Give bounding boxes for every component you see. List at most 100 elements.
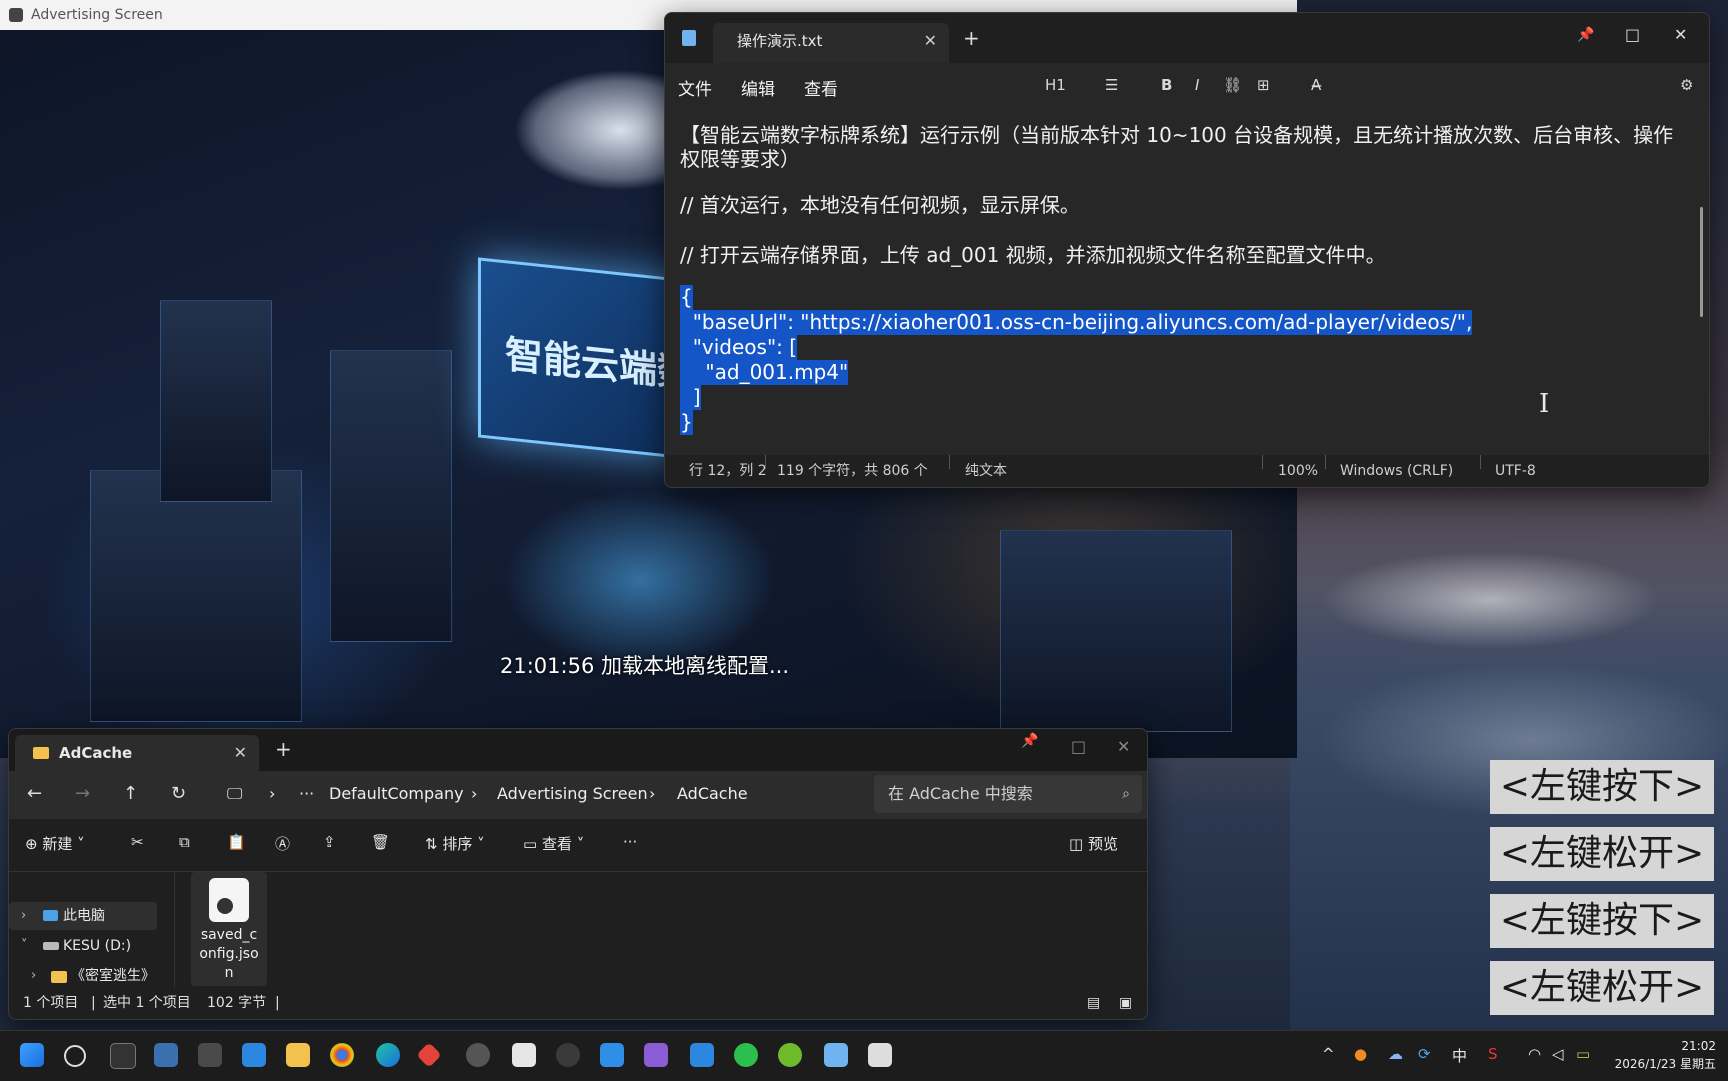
more-options-icon[interactable]: ··· — [623, 833, 637, 851]
new-tab-button[interactable]: + — [275, 737, 292, 761]
close-tab-icon[interactable]: ✕ — [924, 23, 937, 59]
chrome-icon[interactable] — [330, 1043, 354, 1067]
notepad-text-area[interactable]: 【智能云端数字标牌系统】运行示例（当前版本针对 10~100 台设备规模，且无统… — [665, 107, 1709, 455]
battery-icon[interactable]: ▭ — [1576, 1045, 1590, 1063]
cloud-icon[interactable]: ☁ — [1388, 1045, 1403, 1063]
rename-icon[interactable]: Ⓐ — [275, 833, 290, 854]
vertical-scrollbar[interactable] — [1700, 207, 1703, 317]
visual-studio-icon[interactable] — [644, 1043, 668, 1067]
chevron-right-icon[interactable]: › — [31, 962, 36, 990]
ad-window-title: Advertising Screen — [31, 7, 163, 23]
system-clock[interactable]: 21:02 2026/1/23 星期五 — [1615, 1037, 1716, 1073]
wifi-icon[interactable]: ◠ — [1528, 1045, 1541, 1063]
cut-icon[interactable]: ✂ — [131, 833, 144, 851]
chevron-down-icon[interactable]: ˅ — [21, 932, 28, 960]
tray-app-icon[interactable]: S — [1488, 1045, 1498, 1063]
paste-icon[interactable]: 📋 — [227, 833, 246, 851]
close-window-icon[interactable]: ✕ — [1674, 25, 1687, 44]
search-icon[interactable]: ⌕ — [1122, 775, 1130, 813]
maximize-icon[interactable]: □ — [1625, 25, 1640, 44]
selected-text-line: } — [680, 410, 693, 435]
bold-button[interactable]: B — [1161, 76, 1172, 94]
link-icon[interactable]: ⛓ — [1223, 76, 1242, 94]
chevron-right-icon[interactable]: › — [21, 902, 26, 930]
address-bar-row: ← → ↑ ↻ 🖵 › ··· DefaultCompany › Adverti… — [9, 771, 1147, 819]
breadcrumb-item[interactable]: Advertising Screen — [497, 775, 648, 813]
notepad-window[interactable]: 操作演示.txt ✕ + 📌 □ ✕ 文件 编辑 查看 H1 ☰ B I ⛓ ⊞… — [664, 12, 1710, 488]
app-icon[interactable] — [466, 1043, 490, 1067]
menu-view[interactable]: 查看 — [804, 75, 838, 100]
heading-dropdown[interactable]: H1 — [1045, 76, 1066, 94]
list-icon[interactable]: ☰ — [1105, 76, 1118, 94]
app-icon[interactable] — [556, 1043, 580, 1067]
ime-indicator[interactable]: 中 — [1452, 1045, 1467, 1066]
clear-format-icon[interactable]: A̶ — [1311, 76, 1321, 94]
delete-icon[interactable]: 🗑 — [371, 833, 390, 851]
close-window-icon[interactable]: ✕ — [1117, 737, 1130, 756]
sync-icon[interactable]: ⟳ — [1418, 1045, 1431, 1063]
forward-arrow-icon[interactable]: → — [75, 783, 90, 804]
app-icon[interactable] — [154, 1043, 178, 1067]
search-input[interactable]: 在 AdCache 中搜索 ⌕ — [874, 775, 1142, 813]
drive-icon — [43, 942, 59, 950]
menu-file[interactable]: 文件 — [678, 75, 712, 100]
chevron-up-icon[interactable]: ^ — [1322, 1045, 1335, 1063]
nav-item-folder[interactable]: › 《密室逃生》 — [9, 962, 157, 990]
volume-icon[interactable]: ◁ — [1552, 1045, 1564, 1063]
file-item-saved-config[interactable]: saved_c onfig.jso n — [191, 872, 267, 986]
nav-item-this-pc[interactable]: › 此电脑 — [9, 902, 157, 930]
breadcrumb[interactable]: 🖵 › ··· DefaultCompany › Advertising Scr… — [215, 775, 867, 813]
preview-button[interactable]: ◫ 预览 — [1069, 833, 1118, 854]
encoding[interactable]: UTF-8 — [1495, 455, 1536, 487]
start-menu-icon[interactable] — [20, 1043, 44, 1067]
more-paths-icon[interactable]: ··· — [299, 775, 314, 813]
app-icon[interactable] — [416, 1042, 442, 1068]
wechat-icon[interactable] — [734, 1043, 758, 1067]
file-explorer-icon[interactable] — [286, 1043, 310, 1067]
maximize-icon[interactable]: □ — [1071, 737, 1086, 756]
close-tab-icon[interactable]: ✕ — [234, 735, 247, 771]
pin-icon[interactable]: 📌 — [1577, 27, 1594, 43]
unity-icon[interactable] — [512, 1043, 536, 1067]
up-arrow-icon[interactable]: ↑ — [123, 783, 138, 804]
notepad-tab[interactable]: 操作演示.txt ✕ — [713, 23, 949, 63]
pin-icon[interactable]: 📌 — [1021, 733, 1038, 749]
terminal-icon[interactable] — [110, 1043, 136, 1069]
search-icon[interactable] — [64, 1045, 86, 1067]
explorer-tab[interactable]: AdCache ✕ — [15, 735, 259, 771]
details-view-icon[interactable]: ▤ — [1087, 988, 1100, 1019]
breadcrumb-item[interactable]: AdCache — [677, 775, 748, 813]
app-icon[interactable] — [690, 1043, 714, 1067]
breadcrumb-item[interactable]: DefaultCompany — [329, 775, 464, 813]
table-icon[interactable]: ⊞ — [1257, 76, 1270, 94]
file-explorer-window[interactable]: AdCache ✕ + 📌 □ ✕ ← → ↑ ↻ 🖵 › ··· Defaul… — [8, 728, 1148, 1020]
back-arrow-icon[interactable]: ← — [27, 783, 42, 804]
nav-item-label: 《密室逃生》 — [71, 968, 155, 984]
refresh-icon[interactable]: ↻ — [171, 783, 186, 804]
menu-edit[interactable]: 编辑 — [741, 75, 775, 100]
store-icon[interactable] — [242, 1043, 266, 1067]
json-file-icon — [209, 878, 249, 922]
tray-app-icon[interactable]: ● — [1354, 1045, 1367, 1063]
widgets-icon[interactable] — [198, 1043, 222, 1067]
notepad-icon[interactable] — [824, 1043, 848, 1067]
view-button[interactable]: ▭ 查看 ˅ — [523, 833, 584, 854]
nav-item-drive[interactable]: ˅ KESU (D:) — [9, 932, 157, 960]
vscode-icon[interactable] — [600, 1043, 624, 1067]
share-icon[interactable]: ⇪ — [323, 833, 336, 851]
text-format[interactable]: 纯文本 — [965, 455, 1007, 487]
line-ending[interactable]: Windows (CRLF) — [1340, 455, 1453, 487]
zoom-level[interactable]: 100% — [1278, 455, 1318, 487]
edge-icon[interactable] — [376, 1043, 400, 1067]
italic-button[interactable]: I — [1195, 76, 1199, 94]
settings-gear-icon[interactable]: ⚙ — [1680, 76, 1693, 94]
sort-button[interactable]: ⇅ 排序 ˅ — [425, 833, 485, 854]
tiles-view-icon[interactable]: ▣ — [1119, 988, 1132, 1019]
unity-player-icon[interactable] — [868, 1043, 892, 1067]
app-icon[interactable] — [778, 1043, 802, 1067]
new-button[interactable]: ⊕ 新建 ˅ — [25, 833, 85, 854]
new-tab-button[interactable]: + — [963, 26, 980, 50]
clock-time: 21:02 — [1681, 1039, 1716, 1053]
selected-text-line: "ad_001.mp4" — [680, 360, 849, 385]
copy-icon[interactable]: ⧉ — [179, 833, 190, 851]
